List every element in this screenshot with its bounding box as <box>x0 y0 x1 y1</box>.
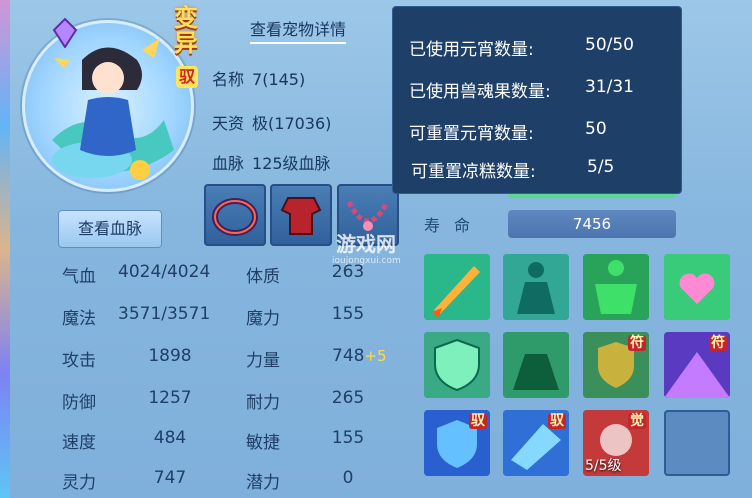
potential-label: 潜力 <box>246 473 280 493</box>
transform-label: 变异 <box>174 4 198 58</box>
constitution-label: 体质 <box>246 267 280 287</box>
pet-name-label: 名称 <box>212 70 245 89</box>
spirit-label: 灵力 <box>62 473 96 493</box>
skill-slot-awaken[interactable]: 觉 5/5级 <box>583 410 649 476</box>
agility-value: 155 <box>331 428 365 448</box>
heart-icon <box>664 254 730 320</box>
left-edge-strip <box>0 0 10 498</box>
mp-label: 魔法 <box>62 309 96 329</box>
skill-slot-shield-green[interactable] <box>424 332 490 398</box>
strength-label: 力量 <box>246 351 280 371</box>
attack-label: 攻击 <box>62 351 96 371</box>
strength-value-group: 748+5 <box>332 346 387 366</box>
ride-badge: 驭 <box>176 66 198 88</box>
pet-name-value: 7(145) <box>252 70 306 89</box>
magic-power-label: 魔力 <box>246 309 280 329</box>
mp-value: 3571/3571 <box>118 304 211 324</box>
used-soul-fruit-label: 已使用兽魂果数量: <box>409 82 551 102</box>
ride-tag: 驭 <box>548 413 566 429</box>
armor-icon <box>280 197 322 235</box>
potential-value: 0 <box>342 468 354 488</box>
consumables-tooltip: 已使用元宵数量: 50/50 已使用兽魂果数量: 31/31 可重置元宵数量: … <box>392 6 682 194</box>
resettable-yuanxiao-label: 可重置元宵数量: <box>409 124 534 144</box>
pet-name-row: 名称 7(145) <box>212 66 305 90</box>
used-yuanxiao-label: 已使用元宵数量: <box>409 40 534 60</box>
magic-power-value: 155 <box>331 304 365 324</box>
skill-slot-blue-strike[interactable]: 驭 <box>503 410 569 476</box>
skill-slot-heart[interactable] <box>664 254 730 320</box>
flaming-sword-icon <box>424 254 490 320</box>
defense-label: 防御 <box>62 393 96 413</box>
strength-value: 748 <box>332 346 365 366</box>
pet-bloodline-row: 血脉 125级血脉 <box>212 150 331 174</box>
brute-figure-icon <box>503 332 569 398</box>
used-soul-fruit-value: 31/31 <box>585 77 634 97</box>
skill-slot-empty[interactable] <box>664 410 730 476</box>
watermark-logo: 游戏网 <box>336 232 396 256</box>
pet-aptitude-row: 天资 极(17036) <box>212 110 331 134</box>
skill-slot-brute[interactable] <box>503 332 569 398</box>
talisman-tag: 符 <box>709 335 727 351</box>
skill-slot-sword[interactable] <box>424 254 490 320</box>
endurance-value: 265 <box>331 388 365 408</box>
skill-slot-muscle[interactable] <box>583 254 649 320</box>
collar-icon <box>212 198 258 236</box>
awaken-level: 5/5级 <box>585 458 622 474</box>
skill-slot-purple-burst[interactable]: 符 <box>664 332 730 398</box>
skill-slot-shadow[interactable] <box>503 254 569 320</box>
aptitude-value: 极(17036) <box>252 114 332 133</box>
hp-value: 4024/4024 <box>118 262 211 282</box>
endurance-label: 耐力 <box>246 393 280 413</box>
speed-value: 484 <box>153 428 187 448</box>
speed-label: 速度 <box>62 433 96 453</box>
view-pet-details-button[interactable]: 查看宠物详情 <box>250 16 347 44</box>
equipment-slot-1[interactable] <box>204 184 266 246</box>
life-bar: 7456 <box>508 210 676 238</box>
watermark-url: ioujongxui.com <box>332 256 401 266</box>
aptitude-label: 天资 <box>212 114 245 133</box>
green-shield-icon <box>424 332 490 398</box>
attack-value: 1898 <box>148 346 192 366</box>
used-yuanxiao-value: 50/50 <box>585 35 634 55</box>
view-bloodline-button[interactable]: 查看血脉 <box>58 210 162 248</box>
spirit-value: 747 <box>153 468 187 488</box>
strength-bonus: +5 <box>364 347 387 365</box>
agility-label: 敏捷 <box>246 433 280 453</box>
skill-slot-blue-shield[interactable]: 驭 <box>424 410 490 476</box>
bloodline-value: 125级血脉 <box>252 154 331 173</box>
resettable-liangao-label: 可重置凉糕数量: <box>411 162 536 182</box>
shadow-figure-icon <box>503 254 569 320</box>
resettable-yuanxiao-value: 50 <box>585 119 607 139</box>
ride-tag: 驭 <box>469 413 487 429</box>
talisman-tag: 符 <box>628 335 646 351</box>
bloodline-label: 血脉 <box>212 154 245 173</box>
awaken-tag: 觉 <box>628 413 646 429</box>
muscle-figure-icon <box>583 254 649 320</box>
equipment-slot-2[interactable] <box>270 184 332 246</box>
skill-slot-talisman-shield[interactable]: 符 <box>583 332 649 398</box>
crystal-icon <box>52 18 78 48</box>
life-label: 寿命 <box>424 216 485 235</box>
resettable-liangao-value: 5/5 <box>587 157 615 177</box>
defense-value: 1257 <box>148 388 192 408</box>
hp-label: 气血 <box>62 267 96 287</box>
